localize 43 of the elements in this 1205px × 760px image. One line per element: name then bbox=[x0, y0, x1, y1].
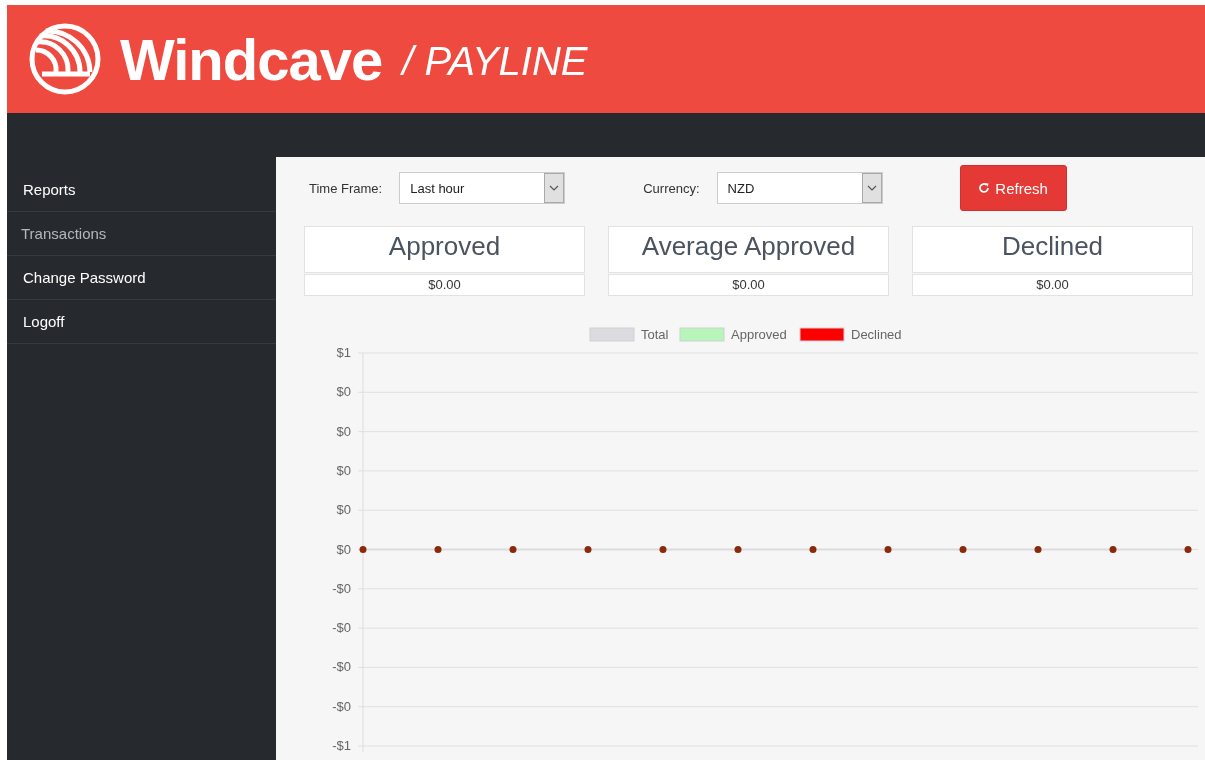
card-value: $0.00 bbox=[304, 274, 585, 296]
card-title: Declined bbox=[912, 226, 1193, 273]
filter-label: Time Frame: bbox=[309, 180, 383, 196]
data-point bbox=[584, 546, 592, 553]
filter-label: Currency: bbox=[643, 180, 700, 196]
y-tick-label: $0 bbox=[336, 423, 351, 439]
y-tick-label: $0 bbox=[336, 541, 351, 557]
legend-label: Total bbox=[641, 327, 669, 342]
y-tick-label: -$0 bbox=[332, 620, 351, 636]
data-point bbox=[659, 546, 667, 553]
data-point bbox=[959, 546, 967, 553]
card-value: $0.00 bbox=[608, 274, 889, 296]
refresh-icon bbox=[978, 182, 991, 194]
data-point bbox=[809, 546, 817, 553]
y-tick-label: -$0 bbox=[332, 698, 351, 714]
data-point bbox=[884, 546, 892, 553]
y-tick-label: $0 bbox=[336, 462, 351, 478]
y-tick-label: $1 bbox=[336, 345, 351, 360]
dropdown-field[interactable]: Last hour bbox=[399, 172, 566, 204]
data-point bbox=[1109, 546, 1117, 553]
dropdown-field[interactable]: NZD bbox=[716, 172, 883, 204]
legend-label: Declined bbox=[851, 327, 902, 342]
y-tick-label: -$1 bbox=[332, 738, 351, 753]
y-tick-label: $0 bbox=[336, 502, 351, 518]
chevron-down-icon bbox=[866, 185, 877, 191]
legend-label: Approved bbox=[731, 327, 787, 342]
card-value: $0.00 bbox=[912, 274, 1193, 296]
y-tick-label: -$0 bbox=[332, 659, 351, 675]
card-title: Average Approved bbox=[608, 226, 889, 273]
data-point bbox=[1184, 546, 1192, 553]
refresh-button[interactable]: Refresh bbox=[959, 165, 1067, 211]
data-point bbox=[509, 546, 517, 553]
data-point bbox=[1034, 546, 1042, 553]
card-title: Approved bbox=[304, 226, 585, 273]
chevron-down-icon bbox=[549, 185, 560, 191]
data-point bbox=[359, 546, 367, 553]
product-name: / PAYLINE bbox=[402, 38, 588, 84]
data-point bbox=[734, 546, 742, 553]
brand-name: Windcave bbox=[120, 25, 383, 93]
y-tick-label: -$0 bbox=[332, 580, 351, 596]
logo-icon bbox=[28, 22, 102, 96]
data-point bbox=[434, 546, 442, 553]
y-tick-label: $0 bbox=[336, 384, 351, 400]
